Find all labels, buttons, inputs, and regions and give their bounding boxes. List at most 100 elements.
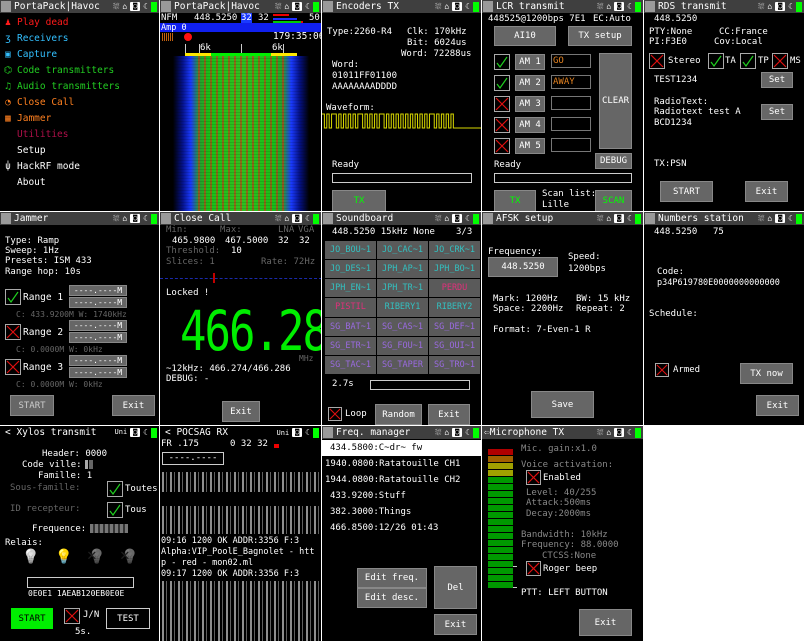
space-field[interactable]: Space: 2200Hz: [493, 304, 563, 314]
am-button[interactable]: AM 5: [515, 138, 545, 154]
range-hop-field[interactable]: Range hop: 10s: [5, 267, 81, 277]
moon-icon[interactable]: ☾: [305, 428, 310, 437]
title-back-button[interactable]: ⇦Microphone TX: [482, 427, 597, 438]
moon-icon[interactable]: ☾: [788, 214, 793, 223]
bias-tee-icon[interactable]: ⌂: [606, 214, 611, 223]
presets-field[interactable]: Presets: ISM 433: [5, 256, 92, 266]
radiotext-line1[interactable]: Radiotext test A: [654, 107, 741, 117]
edit-freq-button[interactable]: Edit freq.: [357, 568, 427, 588]
stealth-icon[interactable]: ⛆: [597, 214, 603, 224]
frequency-entry[interactable]: 434.5800:C~dr~ fw: [322, 440, 481, 456]
back-button[interactable]: [161, 1, 171, 12]
menu-item[interactable]: About: [0, 174, 159, 190]
sound-button[interactable]: JO_DES~1: [325, 260, 376, 279]
volume-field[interactable]: 50: [309, 13, 320, 23]
clk-field[interactable]: Clk: 170kHz: [407, 27, 467, 37]
code-ville-field[interactable]: [85, 460, 93, 469]
sound-button[interactable]: PISTIL: [325, 298, 376, 317]
moon-icon[interactable]: ☾: [143, 214, 148, 223]
rds-tp-checkbox[interactable]: [740, 53, 756, 69]
am-checkbox[interactable]: [494, 96, 510, 112]
range-checkbox[interactable]: [5, 289, 21, 305]
tx-button[interactable]: TX: [332, 190, 386, 211]
attack-field[interactable]: Attack:500ms: [526, 498, 591, 508]
ctcss-field[interactable]: CTCSS:None: [542, 551, 596, 561]
sound-button[interactable]: JO_CAC~1: [377, 241, 428, 260]
decay-field[interactable]: Decay:2000ms: [526, 509, 591, 519]
camera-icon[interactable]: ◙: [775, 2, 786, 11]
rds-ms-checkbox[interactable]: [772, 53, 788, 69]
back-button[interactable]: [483, 213, 493, 224]
camera-icon[interactable]: ◙: [452, 2, 463, 11]
moon-icon[interactable]: ☾: [465, 428, 470, 437]
sound-button[interactable]: RIBERY2: [429, 298, 480, 317]
frequency-field[interactable]: FR .175: [161, 439, 199, 449]
bias-tee-icon[interactable]: ⌂: [444, 428, 449, 437]
camera-icon[interactable]: ◙: [614, 214, 625, 223]
set-radiotext-button[interactable]: Set: [761, 104, 793, 120]
voice-enabled-checkbox[interactable]: [526, 470, 541, 485]
range-max-field[interactable]: ----.----M: [69, 367, 127, 378]
pi-field[interactable]: PI:F3E0: [649, 37, 687, 47]
min-field[interactable]: 465.9800: [172, 236, 215, 246]
sound-button[interactable]: SG_DEF~1: [429, 317, 480, 336]
psn-value[interactable]: TEST1234: [654, 75, 697, 85]
am-button[interactable]: AM 1: [515, 54, 545, 70]
exit-button[interactable]: Exit: [579, 609, 632, 636]
cc-field[interactable]: CC:France: [719, 27, 768, 37]
type-field[interactable]: Type: Ramp: [5, 236, 59, 246]
exit-button[interactable]: Exit: [745, 181, 788, 202]
moon-icon[interactable]: ☾: [627, 428, 632, 437]
tx-button[interactable]: TX: [494, 190, 536, 211]
menu-item[interactable]: ⍦ HackRF mode: [0, 158, 159, 174]
am-button[interactable]: AM 2: [515, 75, 545, 91]
am-checkbox[interactable]: [494, 138, 510, 154]
bw-field[interactable]: BW: 15 kHz: [576, 294, 630, 304]
relay-off-icon[interactable]: 💡: [22, 548, 39, 566]
range-max-field[interactable]: ----.----M: [69, 297, 127, 308]
am-checkbox[interactable]: [494, 75, 510, 91]
back-button[interactable]: [323, 213, 333, 224]
sound-button[interactable]: SG_FOU~1: [377, 336, 428, 355]
speed-field[interactable]: 1200bps: [568, 264, 606, 274]
menu-item[interactable]: ʒ Receivers: [0, 30, 159, 46]
mode-selector[interactable]: NFM: [161, 13, 177, 23]
level-field[interactable]: Level: 40/255: [526, 488, 596, 498]
word-bits[interactable]: 01011FF01100: [332, 71, 397, 81]
mark-field[interactable]: Mark: 1200Hz: [493, 294, 558, 304]
camera-icon[interactable]: ◙: [775, 214, 786, 223]
start-button[interactable]: START: [10, 395, 54, 416]
am-message-field[interactable]: [551, 138, 591, 152]
sound-button[interactable]: SG_CAS~1: [377, 317, 428, 336]
stealth-icon[interactable]: ⛆: [275, 214, 281, 224]
debug-button[interactable]: DEBUG: [595, 153, 632, 169]
camera-icon[interactable]: ◙: [130, 2, 141, 11]
stealth-icon[interactable]: ⛆: [435, 2, 441, 12]
range-min-field[interactable]: ----.----M: [69, 320, 127, 331]
bias-tee-icon[interactable]: ⌂: [606, 2, 611, 11]
am-checkbox[interactable]: [494, 117, 510, 133]
save-button[interactable]: Save: [531, 391, 594, 418]
start-button[interactable]: START: [11, 608, 53, 629]
relay-disabled-icon[interactable]: 💡 ✕: [87, 546, 105, 566]
scan-button[interactable]: SCAN: [595, 190, 632, 211]
camera-icon[interactable]: ◙: [292, 2, 303, 11]
lna-field[interactable]: 32: [241, 13, 252, 23]
edit-desc-button[interactable]: Edit desc.: [357, 588, 427, 608]
range-checkbox[interactable]: [5, 324, 21, 340]
start-button[interactable]: START: [660, 181, 713, 202]
tx-setup-button[interactable]: TX setup: [568, 26, 632, 46]
threshold-field[interactable]: 10: [231, 246, 242, 256]
exit-button[interactable]: Exit: [222, 401, 260, 422]
bias-tee-icon[interactable]: ⌂: [444, 214, 449, 223]
moon-icon[interactable]: ☾: [788, 2, 793, 11]
sound-button[interactable]: JPH_AP~1: [377, 260, 428, 279]
sound-button[interactable]: RIBERY1: [377, 298, 428, 317]
menu-item[interactable]: ♫ Audio transmitters: [0, 78, 159, 94]
frequency-entry[interactable]: 382.3000:Things: [322, 504, 481, 520]
code-value[interactable]: p34P619780E0000000000000: [657, 278, 780, 288]
roger-beep-checkbox[interactable]: [526, 561, 541, 576]
camera-icon[interactable]: ◙: [130, 214, 141, 223]
camera-icon[interactable]: ◙: [292, 214, 303, 223]
relay-on-icon[interactable]: 💡: [55, 548, 72, 566]
